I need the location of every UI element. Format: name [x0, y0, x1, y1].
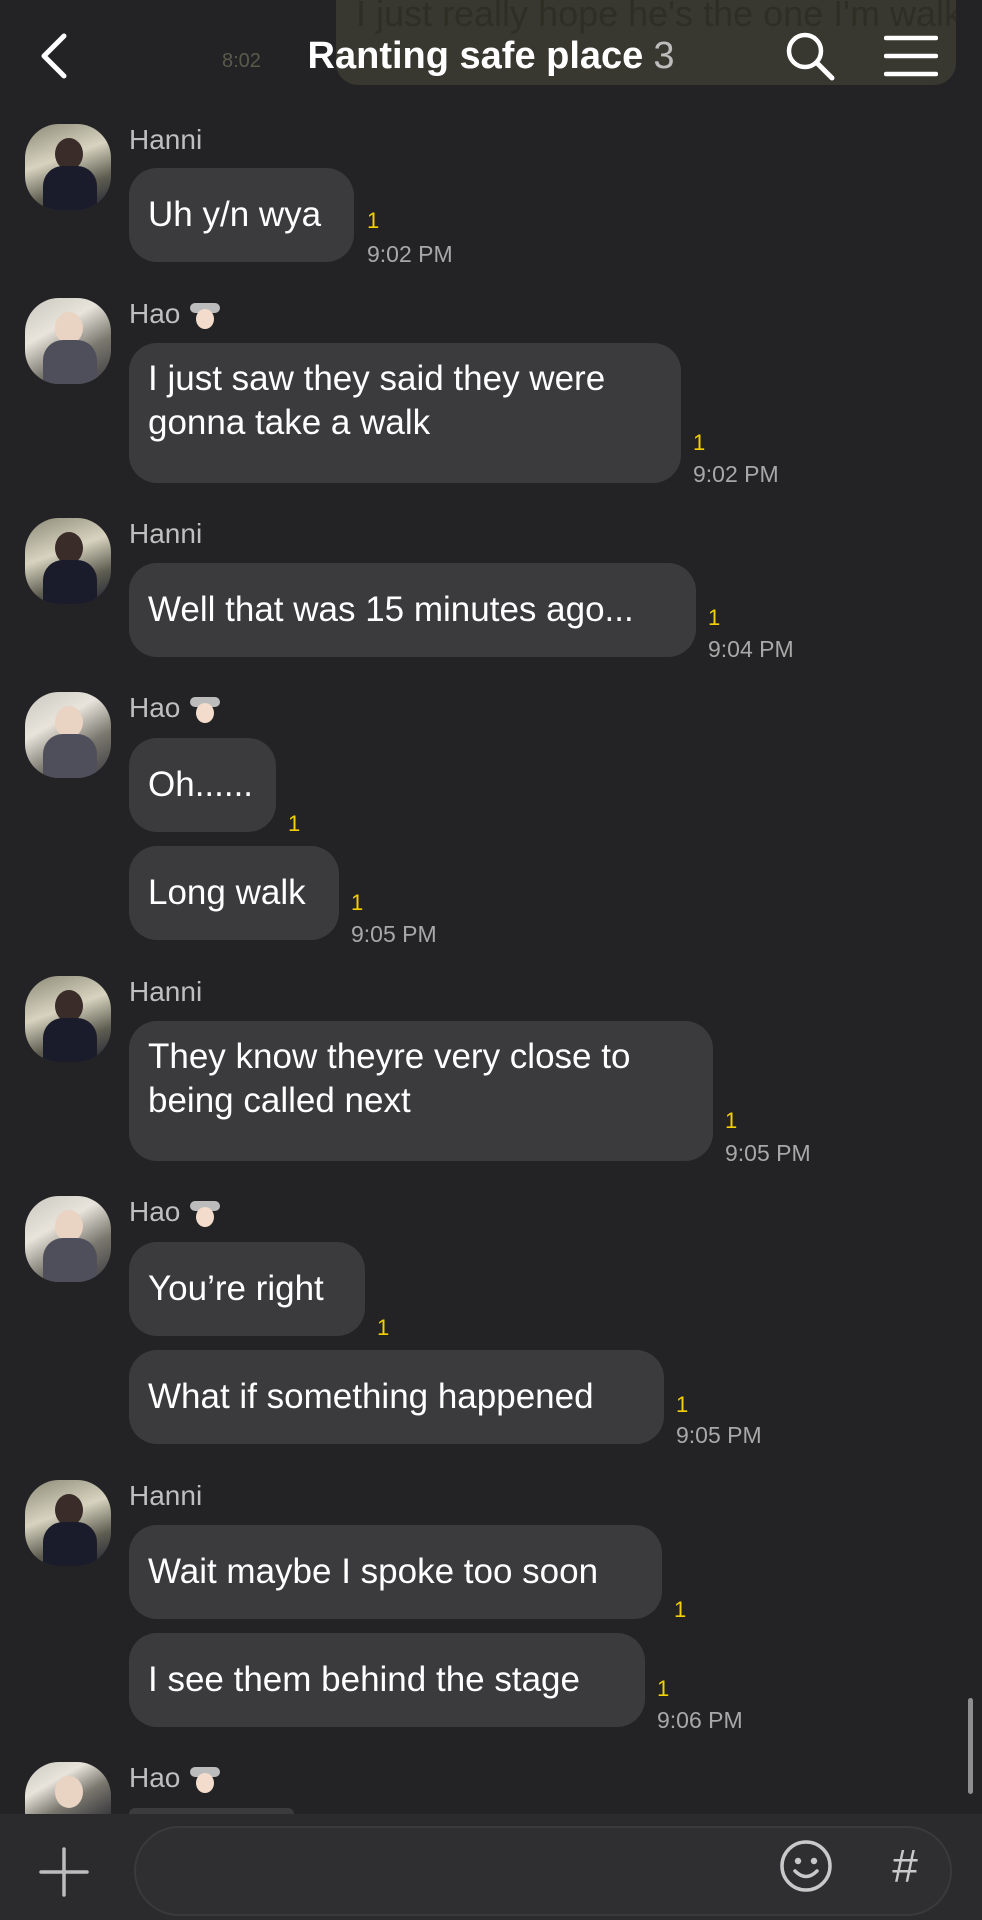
sender-name: Hao — [129, 692, 181, 723]
message-bubble[interactable]: I just saw they said they were gonna tak… — [129, 343, 681, 483]
sender-name: Hao — [129, 1762, 181, 1793]
message-time: 9:05 PM — [676, 1422, 762, 1448]
avatar-hao[interactable] — [25, 692, 111, 778]
unread-count: 1 — [708, 605, 721, 630]
detective-emoji-icon — [186, 1763, 222, 1797]
sender-name-row: Hao — [129, 1196, 222, 1231]
message-time: 9:04 PM — [708, 636, 794, 662]
message-bubble[interactable]: What if something happened — [129, 1350, 664, 1444]
sender-name: Hanni — [129, 124, 203, 155]
message-bubble[interactable]: Well that was 15 minutes ago... — [129, 563, 696, 657]
unread-count: 1 — [676, 1392, 689, 1417]
sender-name: Hao — [129, 298, 181, 329]
chat-header: Ranting safe place 3 — [0, 0, 982, 112]
message-time: 9:02 PM — [367, 241, 453, 267]
hashtag-icon: # — [892, 1840, 918, 1892]
menu-icon — [883, 35, 939, 77]
message-bubble[interactable]: I see them behind the stage — [129, 1633, 645, 1727]
message-bubble[interactable]: They know theyre very close to being cal… — [129, 1021, 713, 1161]
message-time: 9:02 PM — [693, 461, 779, 487]
sender-name: Hanni — [129, 1480, 203, 1511]
message-bubble[interactable]: You’re right — [129, 1242, 365, 1336]
unread-count: 1 — [288, 811, 301, 836]
unread-count: 1 — [351, 890, 364, 915]
unread-count: 1 — [725, 1108, 738, 1133]
message-time: 9:06 PM — [657, 1707, 743, 1733]
message-time: 9:05 PM — [725, 1140, 811, 1166]
message-bubble[interactable]: Wait maybe I spoke too soon — [129, 1525, 662, 1619]
emoji-icon — [780, 1840, 832, 1892]
detective-emoji-icon — [186, 299, 222, 333]
avatar-hanni[interactable] — [25, 1480, 111, 1566]
unread-count: 1 — [377, 1315, 390, 1340]
avatar-hao[interactable] — [25, 1762, 111, 1814]
avatar-hao[interactable] — [25, 1196, 111, 1282]
sender-name: Hao — [129, 1196, 181, 1227]
hashtag-button[interactable]: # — [880, 1838, 930, 1894]
search-icon — [786, 32, 835, 81]
attach-button[interactable] — [38, 1846, 90, 1898]
unread-count: 1 — [367, 208, 380, 233]
chat-title-text: Ranting safe place — [307, 35, 644, 77]
scrollbar[interactable] — [968, 1698, 973, 1794]
message-bubble[interactable]: Oh...... — [129, 738, 276, 832]
emoji-button[interactable] — [778, 1838, 834, 1894]
sender-name: Hanni — [129, 518, 203, 549]
sender-name-row: Hao — [129, 692, 222, 727]
sender-name-row: Hao — [129, 298, 222, 333]
member-count: 3 — [653, 35, 675, 77]
unread-count: 1 — [674, 1597, 687, 1622]
plus-icon — [39, 1847, 89, 1897]
search-button[interactable] — [784, 30, 836, 82]
detective-emoji-icon — [186, 1197, 222, 1231]
unread-count: 1 — [657, 1676, 670, 1701]
message-bubble[interactable]: Uh y/n wya — [129, 168, 354, 262]
composer-bar — [0, 1814, 982, 1920]
avatar-hao[interactable] — [25, 298, 111, 384]
message-time: 9:05 PM — [351, 921, 437, 947]
avatar-hanni[interactable] — [25, 518, 111, 604]
avatar-hanni[interactable] — [25, 976, 111, 1062]
sender-name: Hanni — [129, 976, 203, 1007]
message-bubble[interactable]: Long walk — [129, 846, 339, 940]
sender-name-row: Hao — [129, 1762, 222, 1797]
unread-count: 1 — [693, 430, 706, 455]
detective-emoji-icon — [186, 693, 222, 727]
avatar-hanni[interactable] — [25, 124, 111, 210]
menu-button[interactable] — [883, 34, 939, 78]
